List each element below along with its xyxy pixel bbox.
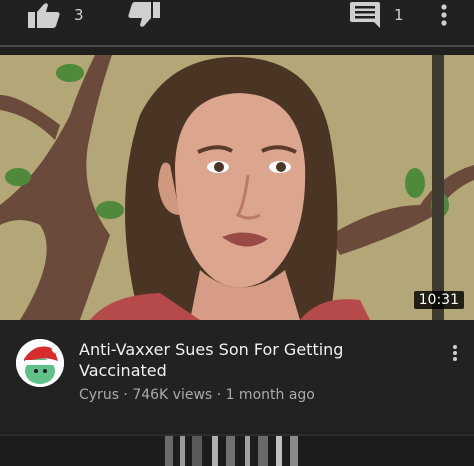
thumbnail-image: [0, 55, 474, 320]
comment-icon: [350, 2, 380, 28]
dislike-button[interactable]: [128, 0, 160, 30]
more-options-button[interactable]: [440, 0, 448, 30]
comments-button[interactable]: 1: [350, 0, 404, 30]
channel-avatar[interactable]: [16, 339, 64, 387]
video-meta: Cyrus · 746K views · 1 month ago: [79, 387, 315, 403]
next-video-thumbnail[interactable]: [0, 434, 474, 466]
more-vert-icon: [448, 345, 462, 361]
next-thumbnail-image: [0, 434, 474, 466]
video-action-bar: 3 1: [0, 0, 474, 47]
like-count: 3: [74, 6, 84, 24]
video-more-options-button[interactable]: [448, 345, 462, 365]
video-duration-badge: 10:31: [413, 291, 464, 309]
video-title[interactable]: Anti-Vaxxer Sues Son For Getting Vaccina…: [79, 339, 399, 381]
more-vert-icon: [440, 4, 448, 26]
comment-count: 1: [394, 6, 404, 24]
thumbs-down-icon: [128, 2, 160, 28]
like-button[interactable]: 3: [28, 0, 84, 30]
video-thumbnail[interactable]: 10:31: [0, 55, 474, 320]
video-info: Anti-Vaxxer Sues Son For Getting Vaccina…: [0, 320, 474, 432]
divider: [0, 45, 474, 47]
thumbs-up-icon: [28, 2, 60, 28]
